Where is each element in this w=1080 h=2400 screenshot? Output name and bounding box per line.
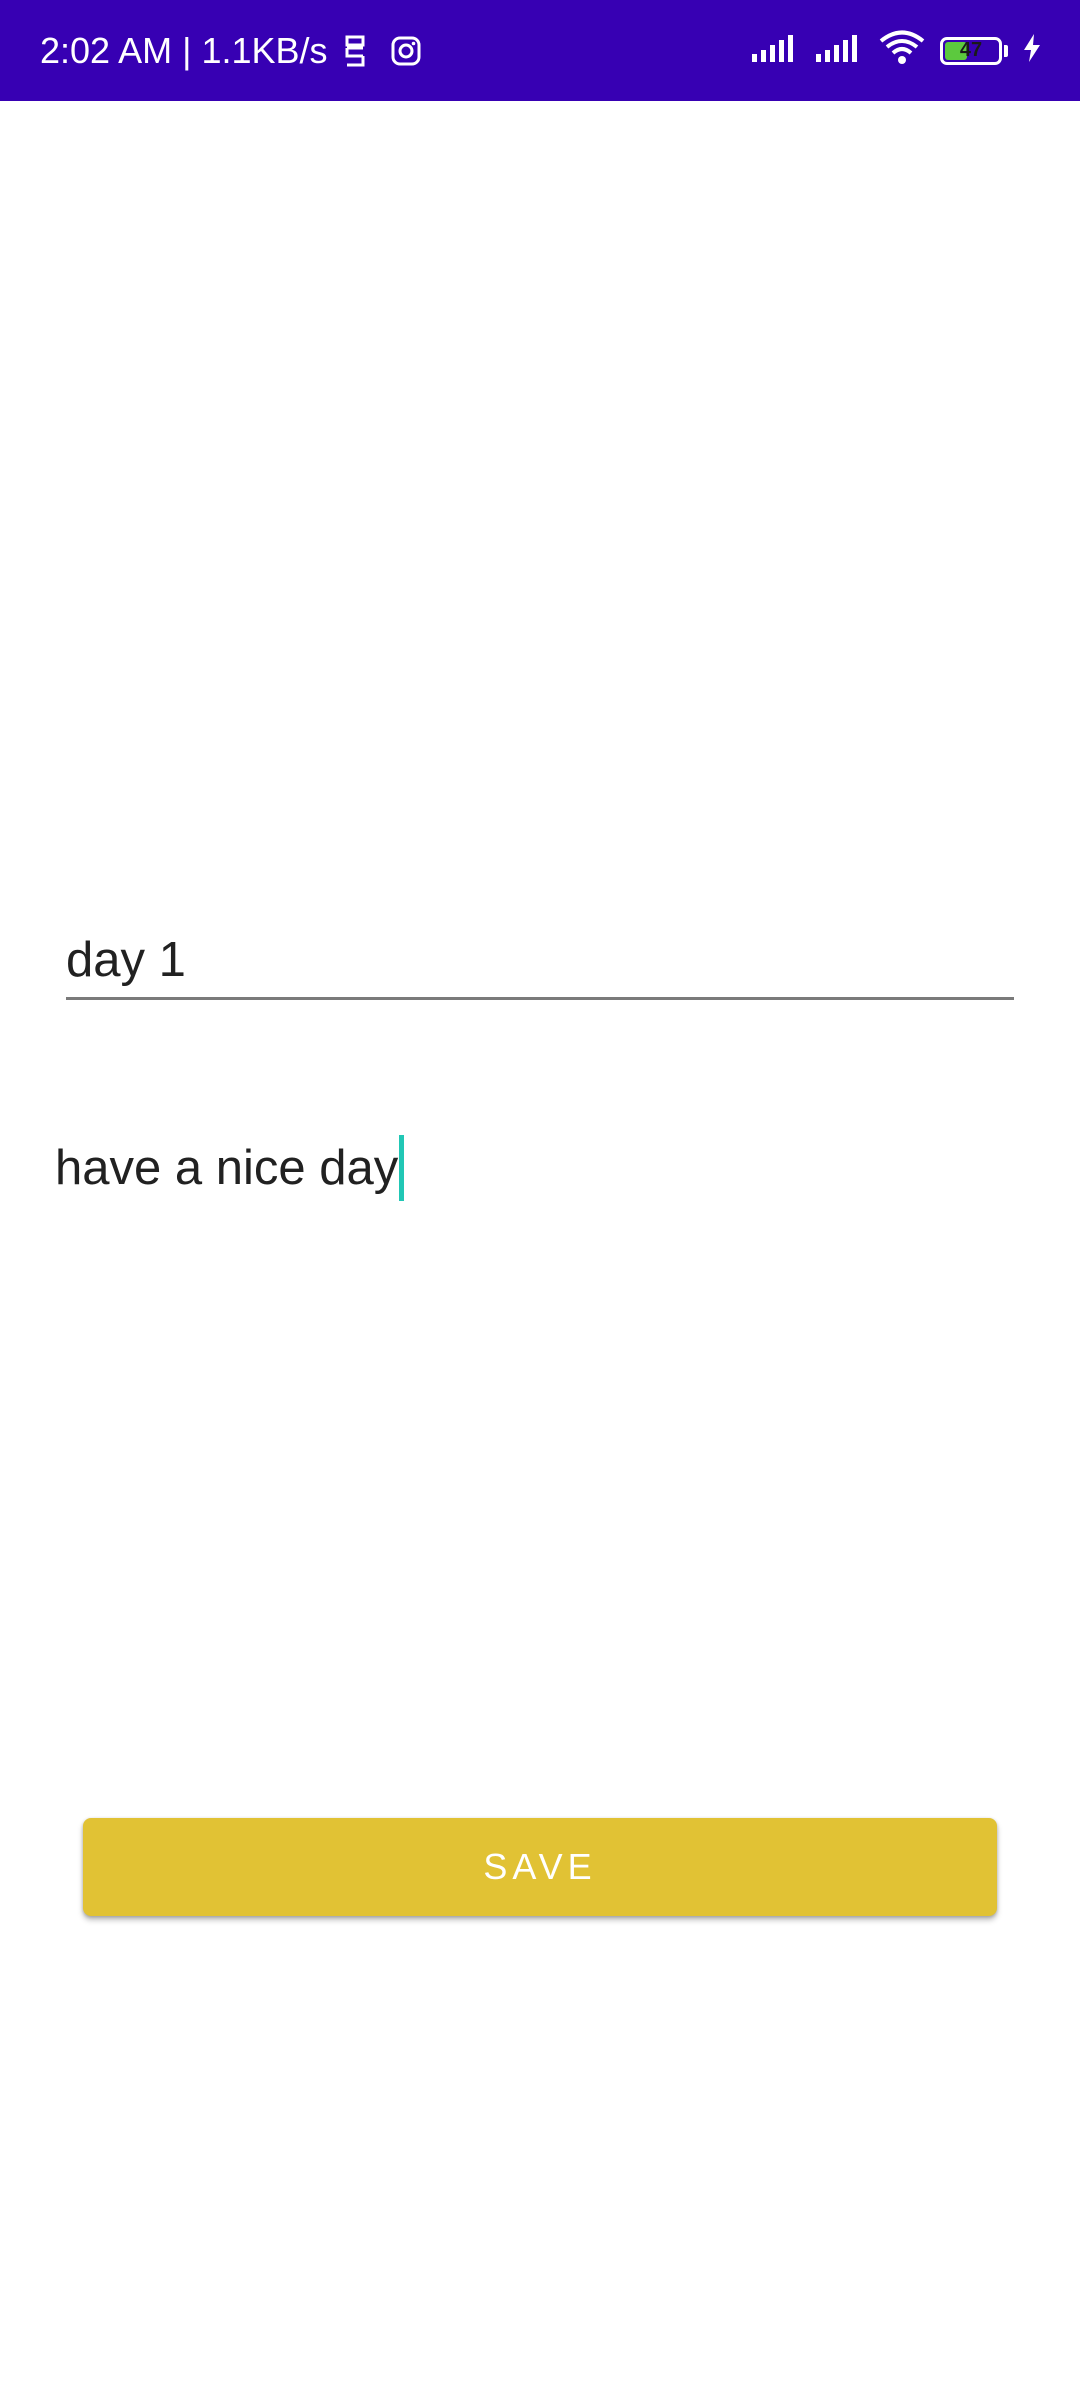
title-input-value: day 1	[66, 933, 186, 987]
battery-level: 47	[959, 39, 983, 62]
status-bar: 2:02 AM | 1.1KB/s 47	[0, 0, 1080, 101]
text-cursor	[399, 1135, 405, 1201]
signal-icon	[814, 32, 864, 69]
body-input[interactable]: have a nice day	[55, 1128, 1015, 1208]
instagram-icon	[390, 35, 422, 67]
signal-icon	[750, 32, 800, 69]
battery-icon: 47	[940, 36, 1008, 65]
title-input[interactable]: day 1	[66, 920, 1014, 1000]
wifi-icon	[878, 30, 926, 71]
body-input-value: have a nice day	[55, 1141, 399, 1195]
status-left: 2:02 AM | 1.1KB/s	[40, 0, 422, 101]
sim-toolkit-icon	[342, 34, 368, 68]
save-button[interactable]: SAVE	[83, 1818, 997, 1916]
charging-icon	[1022, 33, 1042, 68]
status-right: 47	[750, 0, 1042, 101]
save-button-label: SAVE	[483, 1846, 597, 1887]
status-time-speed: 2:02 AM | 1.1KB/s	[40, 29, 328, 71]
